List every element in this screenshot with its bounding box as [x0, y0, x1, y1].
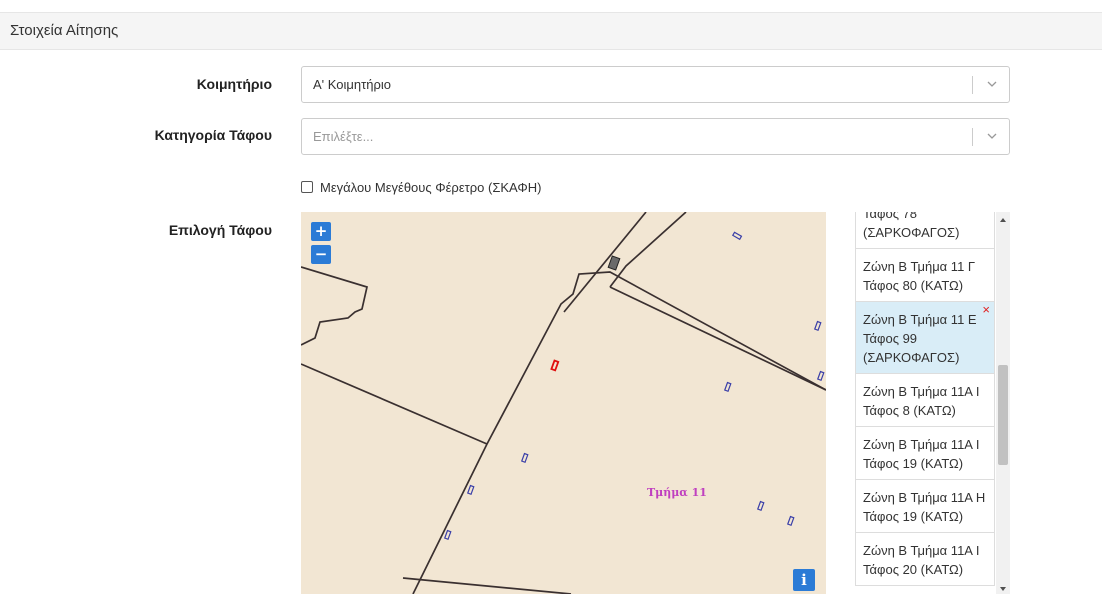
boundary-line [402, 577, 572, 594]
zoom-in-button[interactable]: + [311, 222, 331, 241]
grave-marker [443, 529, 452, 541]
grave-selection-label: Επιλογή Τάφου [168, 222, 272, 238]
select-separator [972, 76, 973, 94]
grave-list-item-label: Ζώνη Β Τμήμα 11Α Ι Τάφος 8 (ΚΑΤΩ) [863, 384, 980, 418]
boundary-line [563, 212, 647, 313]
grave-marker [520, 452, 529, 464]
boundary-line [609, 286, 826, 391]
grave-list-item[interactable]: Ζώνη Β Τμήμα 11Α Η Τάφος 19 (ΚΑΤΩ) [855, 480, 995, 533]
cemetery-map[interactable]: + − Τμήμα 11 i [301, 212, 826, 594]
large-coffin-label: Μεγάλου Μεγέθους Φέρετρο (ΣΚΑΦΗ) [320, 179, 542, 195]
scroll-thumb[interactable] [998, 365, 1008, 465]
grave-list-item[interactable]: Ζώνη Β Τμήμα 11 Γ Τάφος 80 (ΚΑΤΩ) [855, 249, 995, 302]
grave-list-item[interactable]: Ζώνη Β Τμήμα 11Α Ι Τάφος 8 (ΚΑΤΩ) [855, 374, 995, 427]
scroll-up-arrow[interactable] [1000, 218, 1006, 222]
remove-icon[interactable]: × [982, 303, 990, 316]
map-section-label: Τμήμα 11 [647, 486, 707, 499]
grave-marker [813, 320, 822, 332]
grave-marker [723, 381, 732, 393]
grave-marker [816, 370, 825, 382]
panel-title: Στοιχεία Αίτησης [10, 22, 119, 39]
map-structure [607, 255, 621, 271]
chevron-down-icon[interactable] [985, 131, 999, 141]
grave-list-item[interactable]: Ζώνη Β Τμήμα 11 Ε Τάφος 99 (ΣΑΡΚΟΦΑΓΟΣ) × [855, 302, 995, 374]
boundary-line [412, 271, 826, 594]
boundary-line [301, 363, 488, 445]
large-coffin-checkbox-row: Μεγάλου Μεγέθους Φέρετρο (ΣΚΑΦΗ) [301, 179, 541, 195]
selected-grave-marker [550, 359, 560, 372]
grave-list-item[interactable]: Ζώνη Β Τμήμα 11Α Ι Τάφος 19 (ΚΑΤΩ) [855, 427, 995, 480]
chevron-down-icon[interactable] [985, 79, 999, 89]
large-coffin-checkbox[interactable] [301, 181, 313, 193]
panel-header: Στοιχεία Αίτησης [0, 12, 1102, 50]
info-button[interactable]: i [793, 569, 815, 591]
grave-list[interactable]: Τάφος 78 (ΣΑΡΚΟΦΑΓΟΣ) Ζώνη Β Τμήμα 11 Γ Τ… [855, 212, 1010, 594]
grave-list-item-label: Ζώνη Β Τμήμα 11Α Η Τάφος 19 (ΚΑΤΩ) [863, 490, 986, 524]
grave-category-placeholder: Επιλέξτε... [313, 129, 374, 144]
grave-list-items: Τάφος 78 (ΣΑΡΚΟΦΑΓΟΣ) Ζώνη Β Τμήμα 11 Γ Τ… [855, 212, 995, 586]
grave-category-select[interactable]: Επιλέξτε... [301, 118, 1010, 155]
grave-list-item-label: Ζώνη Β Τμήμα 11Α Ι Τάφος 20 (ΚΑΤΩ) [863, 543, 980, 577]
grave-marker [466, 484, 475, 496]
grave-list-item-label: Ζώνη Β Τμήμα 11Α Ι Τάφος 19 (ΚΑΤΩ) [863, 437, 980, 471]
cemetery-select-value: Α' Κοιμητήριο [313, 77, 391, 92]
grave-marker [731, 231, 743, 241]
zoom-out-button[interactable]: − [311, 245, 331, 264]
grave-list-item[interactable]: Τάφος 78 (ΣΑΡΚΟΦΑΓΟΣ) [855, 212, 995, 249]
grave-list-item-label: Τάφος 78 (ΣΑΡΚΟΦΑΓΟΣ) [863, 212, 960, 240]
grave-marker [786, 515, 795, 527]
cemetery-select[interactable]: Α' Κοιμητήριο [301, 66, 1010, 103]
grave-list-scrollbar[interactable] [996, 212, 1010, 594]
boundary-line [609, 212, 687, 288]
grave-list-item-label: Ζώνη Β Τμήμα 11 Γ Τάφος 80 (ΚΑΤΩ) [863, 259, 976, 293]
select-separator [972, 128, 973, 146]
grave-category-label: Κατηγορία Τάφου [154, 127, 272, 143]
boundary-line [301, 266, 369, 346]
map-canvas[interactable] [301, 212, 826, 594]
grave-list-item[interactable]: Ζώνη Β Τμήμα 11Α Ι Τάφος 20 (ΚΑΤΩ) [855, 533, 995, 586]
grave-marker [756, 500, 765, 512]
scroll-down-arrow[interactable] [1000, 587, 1006, 591]
grave-list-item-label: Ζώνη Β Τμήμα 11 Ε Τάφος 99 (ΣΑΡΚΟΦΑΓΟΣ) [863, 312, 977, 365]
cemetery-label: Κοιμητήριο [196, 76, 272, 92]
